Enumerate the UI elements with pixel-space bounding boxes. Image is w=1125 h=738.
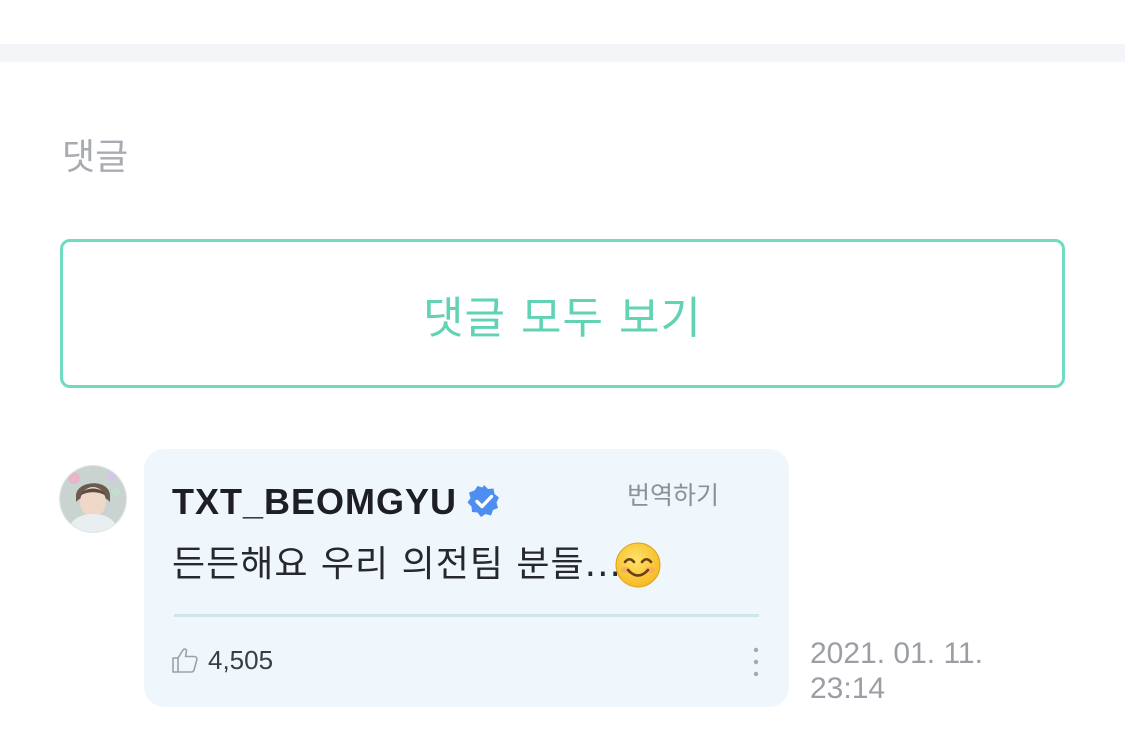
comment-timestamp: 2021. 01. 11. 23:14 xyxy=(810,636,1030,706)
comment-divider xyxy=(174,614,759,617)
view-all-comments-button[interactable]: 댓글 모두 보기 xyxy=(60,239,1065,388)
author-avatar[interactable] xyxy=(60,466,126,532)
comment-author-name[interactable]: TXT_BEOMGYU xyxy=(172,481,457,523)
thumbs-up-icon xyxy=(172,648,198,673)
timestamp-time: 23:14 xyxy=(810,672,886,705)
view-all-comments-label: 댓글 모두 보기 xyxy=(423,292,702,344)
comment-bubble: TXT_BEOMGYU 번역하기 든든해요 우리 의전팀 분들... 4,505 xyxy=(144,449,789,707)
section-divider xyxy=(0,44,1125,62)
smiling-face-emoji xyxy=(615,542,661,588)
like-count: 4,505 xyxy=(208,644,274,675)
comments-section-title: 댓글 xyxy=(62,137,129,178)
like-button[interactable]: 4,505 xyxy=(170,642,273,678)
comment-text: 든든해요 우리 의전팀 분들... xyxy=(172,544,622,585)
vertical-ellipsis-icon[interactable] xyxy=(744,645,768,679)
timestamp-date: 2021. 01. 11. xyxy=(810,637,983,670)
verified-badge-icon xyxy=(467,485,499,517)
translate-link[interactable]: 번역하기 xyxy=(627,479,719,513)
